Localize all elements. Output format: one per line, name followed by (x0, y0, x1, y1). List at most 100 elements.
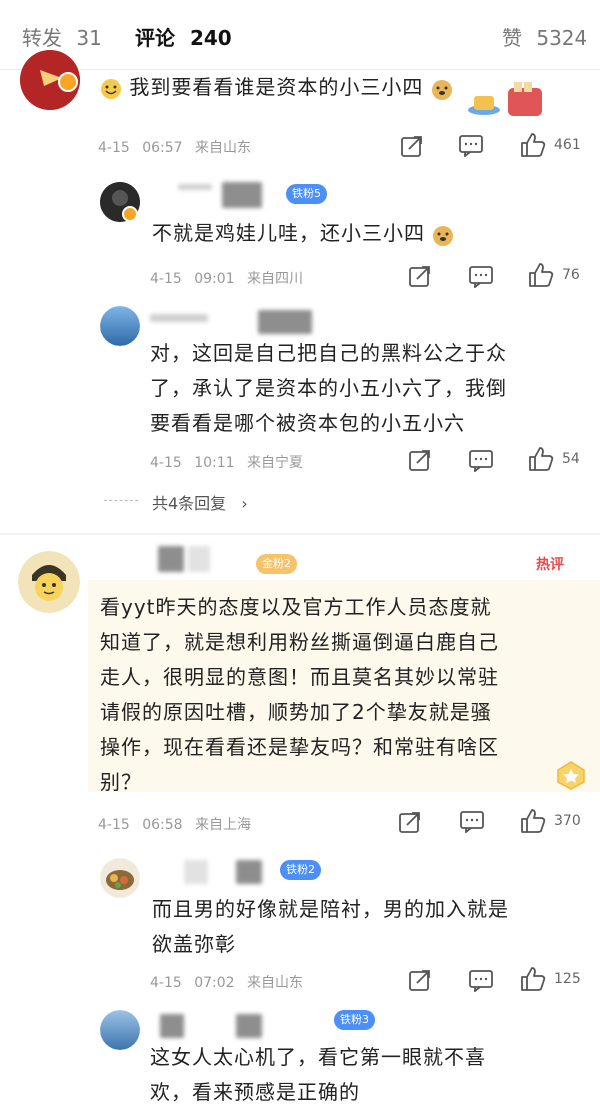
comment-date: 4-15 (150, 455, 182, 471)
share-button[interactable] (400, 134, 424, 158)
tab-repost-count: 31 (76, 26, 102, 50)
reply-button[interactable] (469, 970, 493, 992)
comment-text-line: 了，承认了是资本的小五小六了，我倒 (150, 376, 507, 400)
like-button[interactable]: 54 (528, 446, 580, 472)
comment-text-line: 看yyt昨天的态度以及官方工作人员态度就 (100, 595, 492, 619)
comment-clock: 06:57 (142, 140, 183, 156)
comment-meta: 4-15 06:57 来自山东 (98, 137, 251, 157)
share-button[interactable] (408, 448, 432, 472)
tab-comments[interactable]: 评论 240 (135, 22, 232, 51)
hot-comment-medal-icon (557, 761, 585, 790)
comment-text-line: 欲盖弥彰 (152, 932, 236, 956)
comment-clock: 06:58 (142, 817, 183, 833)
comment-date: 4-15 (150, 271, 182, 287)
thumbs-up-icon (529, 447, 554, 471)
username-blurred (236, 860, 262, 884)
thumbs-up-icon (521, 133, 546, 157)
thumbs-up-icon (521, 967, 546, 991)
comment-clock: 07:02 (194, 975, 235, 991)
thumbs-up-icon (529, 263, 554, 287)
comment-text-line: 欢，看来预感是正确的 (150, 1080, 360, 1104)
avatar-image (100, 858, 140, 898)
comment-text-content: 不就是鸡娃儿哇，还小三小四 (152, 221, 425, 245)
comment-text-line: 操作，现在看看还是挚友吗？和常驻有啥区 (100, 735, 499, 759)
like-button[interactable]: 125 (520, 966, 581, 992)
fan-badge-label: 金粉2 (262, 557, 291, 570)
comment-text: 看yyt昨天的态度以及官方工作人员态度就 知道了，就是想利用粉丝撕逼倒逼白鹿自己… (100, 590, 499, 800)
comment-text: 我到要看看谁是资本的小三小四 (100, 70, 453, 105)
comment-text-line: 对，这回是自己把自己的黑料公之于众 (150, 341, 507, 365)
like-button[interactable]: 461 (520, 132, 581, 158)
comment-location: 来自山东 (247, 975, 304, 991)
username-blurred (178, 184, 212, 190)
comment-date: 4-15 (98, 817, 130, 833)
username-blurred (222, 182, 262, 208)
comment-text-line: 请假的原因吐槽，顺势加了2个挚友就是骚 (100, 700, 492, 724)
comment-date: 4-15 (150, 975, 182, 991)
tab-comments-count: 240 (189, 26, 232, 50)
avatar[interactable] (100, 1010, 140, 1050)
reply-button[interactable] (469, 450, 493, 472)
comment-location: 来自山东 (195, 140, 252, 156)
like-count: 370 (554, 813, 581, 829)
share-icon (409, 970, 430, 991)
comment-date: 4-15 (98, 140, 130, 156)
hot-comment-tag: 热评 (536, 554, 564, 574)
fan-badge: 铁粉5 (286, 184, 327, 204)
avatar-image (18, 551, 80, 613)
fan-badge-label: 铁粉2 (286, 863, 315, 876)
username-blurred (188, 546, 210, 572)
avatar[interactable] (100, 858, 140, 898)
avatar-image (100, 306, 140, 346)
tab-likes-label: 赞 (502, 26, 522, 50)
comment-meta: 4-15 07:02 来自山东 (150, 972, 303, 992)
comment-text: 这女人太心机了，看它第一眼就不喜 欢，看来预感是正确的 (150, 1040, 486, 1110)
comment-text: 而且男的好像就是陪衬，男的加入就是 欲盖弥彰 (152, 892, 509, 962)
reply-button[interactable] (459, 135, 483, 157)
share-button[interactable] (408, 264, 432, 288)
verified-icon (122, 206, 138, 222)
like-button[interactable]: 370 (520, 808, 581, 834)
comment-icon (459, 135, 483, 157)
tab-likes-count: 5324 (536, 26, 588, 50)
comment-text-line: 走人，很明显的意图！而且莫名其妙以常驻 (100, 665, 499, 689)
username-blurred (184, 860, 208, 884)
tab-comments-label: 评论 (135, 26, 175, 50)
comment-location: 来自四川 (247, 271, 304, 287)
divider (104, 500, 138, 501)
chevron-right-icon: › (241, 494, 248, 513)
share-icon (399, 812, 420, 833)
comment-meta: 4-15 06:58 来自上海 (98, 814, 251, 834)
tab-bar: 转发 31 评论 240 赞 5324 (0, 0, 600, 70)
avatar[interactable] (18, 551, 80, 613)
more-replies-label: 共4条回复 (152, 494, 227, 513)
like-count: 76 (562, 267, 580, 283)
like-button[interactable]: 76 (528, 262, 580, 288)
fan-badge-label: 铁粉3 (340, 1013, 369, 1026)
share-icon (409, 450, 430, 471)
share-button[interactable] (408, 968, 432, 992)
comment-text-line: 要看看是哪个被资本包的小五小六 (150, 411, 465, 435)
username-blurred (158, 546, 184, 572)
comment-location: 来自上海 (195, 817, 252, 833)
comment-text-line: 而且男的好像就是陪衬，男的加入就是 (152, 897, 509, 921)
tab-repost[interactable]: 转发 31 (22, 22, 102, 51)
like-count: 125 (554, 971, 581, 987)
avatar[interactable] (100, 306, 140, 346)
share-button[interactable] (398, 810, 422, 834)
comment-icon (460, 811, 484, 833)
reply-button[interactable] (469, 266, 493, 288)
comment-text: 不就是鸡娃儿哇，还小三小四 (152, 216, 454, 251)
tab-repost-label: 转发 (22, 26, 62, 50)
comment-icon (469, 970, 493, 992)
hot-comment-label: 热评 (536, 557, 564, 573)
username-blurred (236, 1014, 262, 1038)
fan-badge-label: 铁粉5 (292, 187, 321, 200)
more-replies-link[interactable]: 共4条回复 › (152, 490, 248, 514)
reply-button[interactable] (460, 811, 484, 833)
comment-text-line: 这女人太心机了，看它第一眼就不喜 (150, 1045, 486, 1069)
comment-icon (469, 450, 493, 472)
comment-text-line: 知道了，就是想利用粉丝撕逼倒逼白鹿自己 (100, 630, 499, 654)
tab-likes[interactable]: 赞 5324 (502, 22, 587, 51)
comment-location: 来自宁夏 (247, 455, 304, 471)
